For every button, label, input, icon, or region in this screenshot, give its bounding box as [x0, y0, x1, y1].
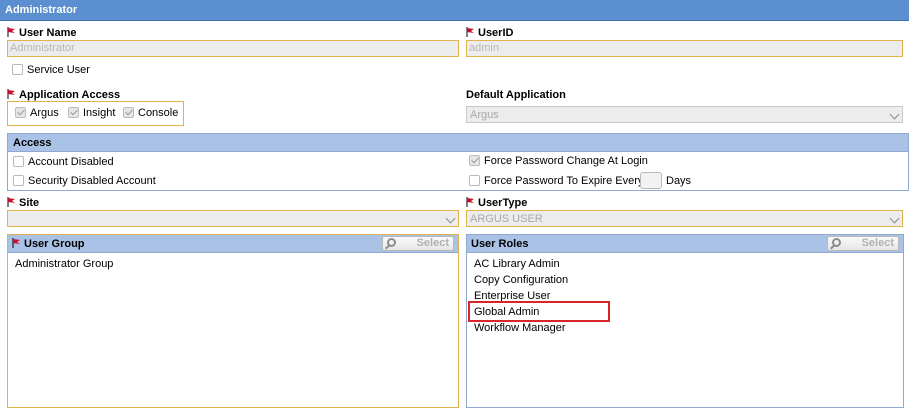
- force-pw-expire-checkbox[interactable]: [469, 175, 480, 186]
- app-access-argus[interactable]: Argus: [15, 107, 59, 119]
- console-checkbox[interactable]: [123, 107, 134, 118]
- force-pw-expire-label: Force Password To Expire Every: [484, 175, 644, 187]
- user-roles-header: User Roles Select: [467, 235, 903, 253]
- user-type-select[interactable]: ARGUS USER: [466, 210, 903, 227]
- user-type-label: UserType: [478, 197, 528, 209]
- app-access-group: Argus Insight Console: [7, 101, 184, 126]
- user-roles-select-label: Select: [861, 237, 894, 249]
- console-label: Console: [138, 107, 179, 119]
- user-group-select-label: Select: [416, 237, 449, 249]
- user-group-header: User Group Select: [8, 235, 458, 253]
- user-id-label: UserID: [478, 27, 514, 39]
- force-pw-change-row[interactable]: Force Password Change At Login: [469, 155, 648, 167]
- default-app-label: Default Application: [466, 89, 566, 101]
- site-label: Site: [19, 197, 40, 209]
- account-disabled-row[interactable]: Account Disabled: [13, 156, 114, 168]
- force-pw-expire-row[interactable]: Force Password To Expire Every: [469, 175, 643, 187]
- insight-label: Insight: [83, 107, 116, 119]
- chevron-down-icon: [889, 109, 900, 120]
- insight-checkbox[interactable]: [68, 107, 79, 118]
- user-type-value: ARGUS USER: [470, 213, 543, 225]
- required-flag-icon: [7, 27, 15, 37]
- force-pw-change-label: Force Password Change At Login: [484, 155, 648, 167]
- app-access-label-row: Application Access: [7, 89, 120, 101]
- required-flag-icon: [12, 238, 20, 248]
- required-flag-icon: [466, 27, 474, 37]
- days-label: Days: [666, 175, 692, 187]
- user-roles-select-button[interactable]: Select: [827, 236, 899, 251]
- user-roles-panel: User Roles Select AC Library Admin Copy …: [466, 234, 904, 408]
- security-disabled-label: Security Disabled Account: [28, 175, 156, 187]
- user-group-title: User Group: [24, 238, 85, 250]
- service-user-label: Service User: [27, 64, 90, 76]
- required-flag-icon: [7, 197, 15, 207]
- account-disabled-label: Account Disabled: [28, 156, 114, 168]
- default-app-select[interactable]: Argus: [466, 106, 903, 123]
- security-disabled-checkbox[interactable]: [13, 175, 24, 186]
- user-group-panel: User Group Select Administrator Group: [7, 234, 459, 408]
- user-id-field[interactable]: admin: [466, 40, 903, 57]
- list-item[interactable]: Copy Configuration: [474, 274, 568, 286]
- force-pw-change-checkbox[interactable]: [469, 155, 480, 166]
- default-app-value: Argus: [470, 109, 499, 121]
- user-group-select-button[interactable]: Select: [382, 236, 454, 251]
- required-flag-icon: [466, 197, 474, 207]
- search-icon: [832, 238, 841, 247]
- window-title: Administrator: [0, 0, 909, 21]
- account-disabled-checkbox[interactable]: [13, 156, 24, 167]
- user-name-field[interactable]: Administrator: [7, 40, 459, 57]
- user-roles-title: User Roles: [471, 238, 529, 250]
- site-select[interactable]: [7, 210, 459, 227]
- argus-checkbox[interactable]: [15, 107, 26, 118]
- user-type-label-row: UserType: [466, 197, 527, 209]
- highlight-box: [468, 301, 610, 322]
- app-access-label: Application Access: [19, 89, 121, 101]
- chevron-down-icon: [445, 213, 456, 224]
- argus-label: Argus: [30, 107, 59, 119]
- search-icon: [387, 238, 396, 247]
- list-item[interactable]: AC Library Admin: [474, 258, 560, 270]
- list-item[interactable]: Workflow Manager: [474, 322, 566, 334]
- user-name-label-row: User Name: [7, 27, 76, 39]
- user-id-label-row: UserID: [466, 27, 513, 39]
- access-section: Access Account Disabled Security Disable…: [7, 133, 909, 191]
- service-user-row[interactable]: Service User: [12, 64, 90, 76]
- app-access-console[interactable]: Console: [123, 107, 178, 119]
- chevron-down-icon: [889, 213, 900, 224]
- expire-days-input[interactable]: [640, 172, 662, 189]
- list-item[interactable]: Administrator Group: [15, 258, 113, 270]
- required-flag-icon: [7, 89, 15, 99]
- site-label-row: Site: [7, 197, 39, 209]
- app-access-insight[interactable]: Insight: [68, 107, 115, 119]
- user-name-label: User Name: [19, 27, 77, 39]
- service-user-checkbox[interactable]: [12, 64, 23, 75]
- access-header: Access: [8, 134, 908, 152]
- security-disabled-row[interactable]: Security Disabled Account: [13, 175, 156, 187]
